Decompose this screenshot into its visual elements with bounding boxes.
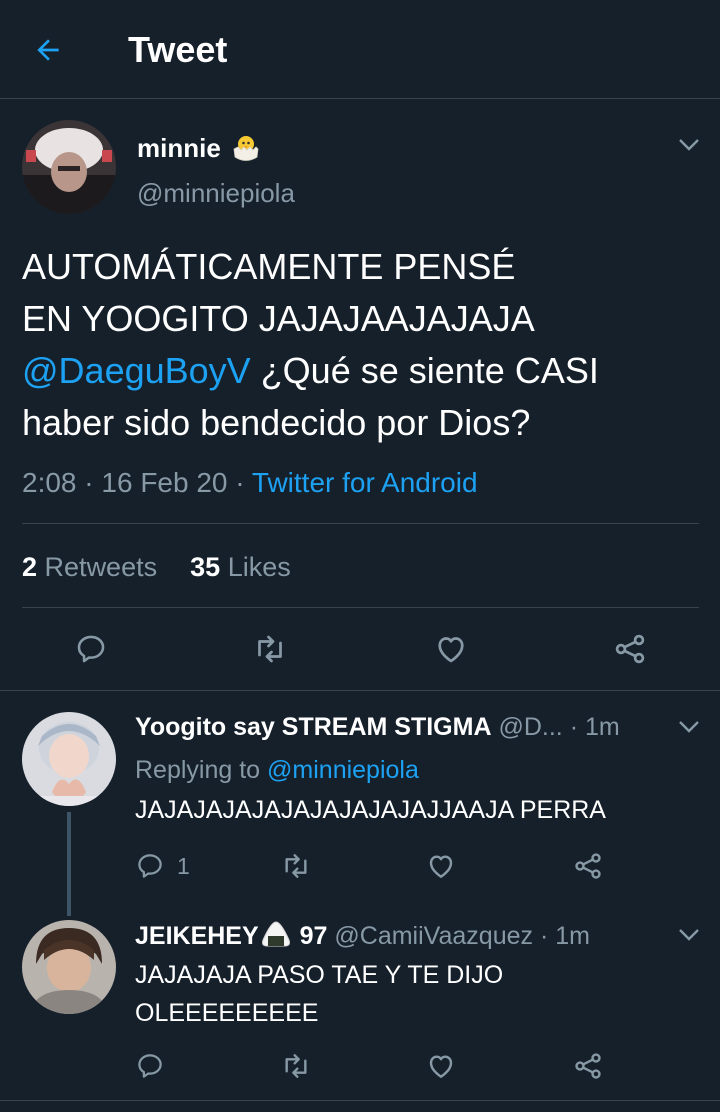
reply-author-name-suffix: 97 bbox=[299, 922, 328, 950]
hatching-chick-emoji bbox=[233, 136, 259, 161]
like-button[interactable] bbox=[425, 1046, 457, 1086]
tweet-text-line: @DaeguBoyV ¿Qué se siente CASI bbox=[22, 345, 702, 397]
mention-link[interactable]: @DaeguBoyV bbox=[22, 350, 251, 391]
reply-header: JEIKEHEY 97 @CamiiVaazquez · 1m bbox=[135, 921, 590, 950]
avatar[interactable] bbox=[22, 120, 116, 214]
reply-time: 1m bbox=[555, 922, 590, 950]
retweet-button[interactable] bbox=[280, 1046, 312, 1086]
share-icon bbox=[575, 853, 601, 879]
chevron-down-icon bbox=[679, 139, 699, 151]
reply-icon bbox=[138, 1054, 162, 1078]
reply-author-handle[interactable]: @CamiiVaazquez bbox=[334, 922, 533, 950]
reply-author-name[interactable]: Yoogito say STREAM STIGMA bbox=[135, 713, 492, 741]
author-handle[interactable]: @minniepiola bbox=[137, 178, 295, 208]
tweet-text-fragment: ¿Qué se siente CASI bbox=[250, 350, 599, 391]
share-icon bbox=[615, 634, 645, 664]
section-divider bbox=[0, 1100, 720, 1101]
author-display-name[interactable]: minnie bbox=[137, 133, 261, 163]
reply-button[interactable] bbox=[135, 1046, 165, 1086]
tweet-text-line: AUTOMÁTICAMENTE PENSÉ bbox=[22, 246, 516, 287]
retweet-label: Retweets bbox=[44, 552, 158, 582]
reply-button[interactable] bbox=[67, 625, 115, 673]
reply-icon bbox=[77, 635, 105, 663]
reply-header: Yoogito say STREAM STIGMA @D... · 1m bbox=[135, 713, 620, 741]
avatar-image bbox=[22, 712, 116, 806]
tweet-stats: 2 Retweets 35 Likes bbox=[22, 550, 291, 584]
tweet-time: 2:08 bbox=[22, 467, 77, 498]
retweet-icon bbox=[258, 635, 282, 663]
like-icon bbox=[429, 1055, 453, 1078]
avatar[interactable] bbox=[22, 712, 116, 806]
avatar[interactable] bbox=[22, 920, 116, 1014]
section-divider bbox=[0, 690, 720, 691]
reply-text: JAJAJAJA PASO TAE Y TE DIJO bbox=[135, 961, 504, 989]
back-button[interactable] bbox=[28, 30, 68, 70]
reply-text: OLEEEEEEEEE bbox=[135, 999, 319, 1027]
retweet-button[interactable] bbox=[246, 625, 294, 673]
share-button[interactable] bbox=[572, 1046, 604, 1086]
likes-stat[interactable]: 35 Likes bbox=[190, 552, 291, 582]
retweet-icon bbox=[285, 854, 307, 878]
chevron-down-icon bbox=[679, 929, 699, 941]
page-title: Tweet bbox=[128, 29, 228, 70]
replying-to-link[interactable]: @minniepiola bbox=[267, 756, 419, 784]
share-button[interactable] bbox=[606, 625, 654, 673]
tweet-date: 16 Feb 20 bbox=[101, 467, 228, 498]
retweets-stat[interactable]: 2 Retweets bbox=[22, 552, 157, 582]
thread-connector-line bbox=[67, 812, 71, 916]
tweet-metadata: 2:08 · 16 Feb 20 · Twitter for Android bbox=[22, 467, 478, 498]
reply-options-button[interactable] bbox=[674, 712, 704, 742]
like-button[interactable] bbox=[427, 625, 475, 673]
replying-to-line: Replying to @minniepiola bbox=[135, 751, 419, 789]
reply-time: 1m bbox=[584, 713, 620, 741]
avatar-image bbox=[22, 120, 116, 214]
stats-divider bbox=[22, 607, 699, 608]
retweet-icon bbox=[285, 1054, 307, 1078]
author-name-text: minnie bbox=[137, 133, 221, 163]
top-app-bar: Tweet bbox=[0, 0, 720, 99]
tweet-text-line: EN YOOGITO JAJAJAAJAJAJA bbox=[22, 298, 535, 339]
avatar-image bbox=[22, 920, 116, 1014]
like-label: Likes bbox=[227, 552, 291, 582]
like-icon bbox=[429, 855, 453, 878]
reply-text: JAJAJAJAJAJAJAJAJAJAJJAAJA PERRA bbox=[135, 796, 606, 824]
reply-count: 1 bbox=[177, 852, 190, 879]
reply-icon bbox=[138, 854, 162, 878]
tweet-options-button[interactable] bbox=[674, 130, 704, 160]
reply-author-name[interactable]: JEIKEHEY bbox=[135, 922, 259, 950]
like-count: 35 bbox=[190, 552, 221, 582]
reply-author-handle[interactable]: @D... bbox=[498, 713, 562, 741]
replying-to-label: Replying to bbox=[135, 756, 261, 784]
share-button[interactable] bbox=[572, 846, 604, 886]
tweet-text-line: haber sido bendecido por Dios? bbox=[22, 402, 531, 443]
onigiri-emoji bbox=[261, 921, 290, 947]
like-button[interactable] bbox=[425, 846, 457, 886]
reply-options-button[interactable] bbox=[674, 920, 704, 950]
retweet-count: 2 bbox=[22, 552, 38, 582]
header-divider bbox=[0, 98, 720, 99]
meta-divider bbox=[22, 523, 699, 524]
back-arrow-icon bbox=[37, 39, 59, 61]
share-icon bbox=[575, 1053, 601, 1079]
reply-button[interactable]: 1 bbox=[135, 846, 190, 886]
tweet-source-link[interactable]: Twitter for Android bbox=[252, 467, 478, 498]
tweet-body: AUTOMÁTICAMENTE PENSÉ EN YOOGITO JAJAJAA… bbox=[22, 241, 702, 449]
retweet-button[interactable] bbox=[280, 846, 312, 886]
like-icon bbox=[438, 637, 464, 663]
chevron-down-icon bbox=[679, 721, 699, 733]
